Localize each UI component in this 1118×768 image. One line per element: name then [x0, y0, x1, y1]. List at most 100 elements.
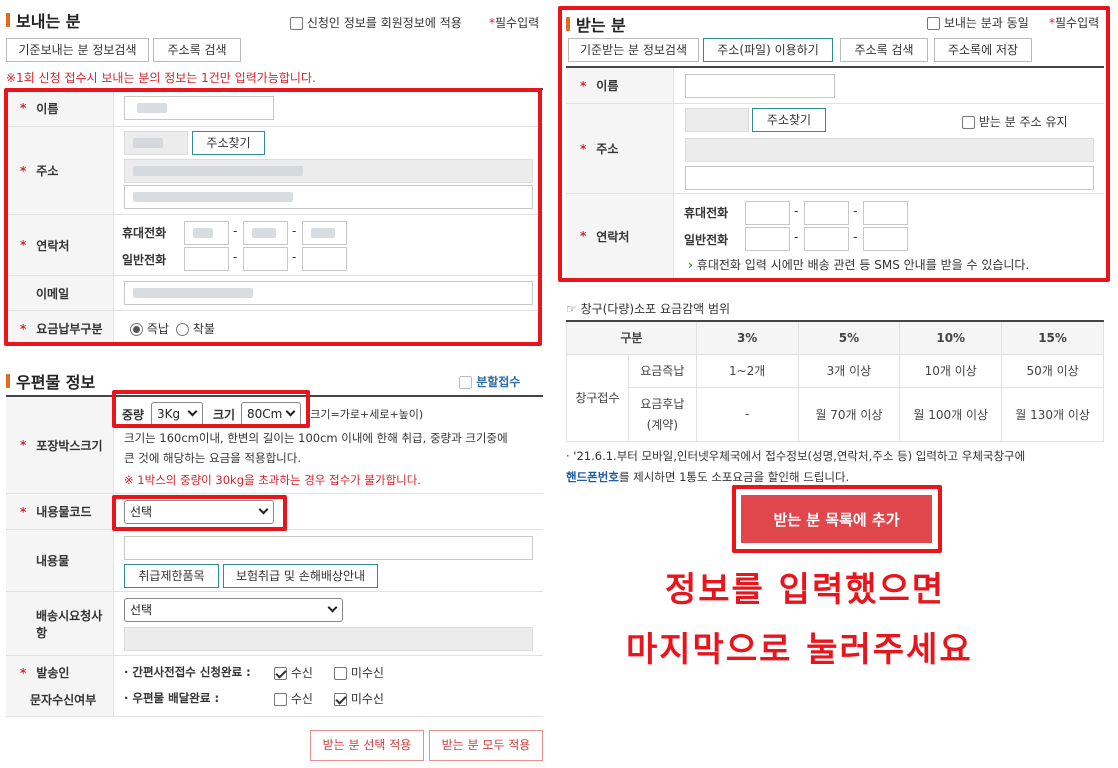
receiver-address-book-button[interactable]: 주소록 검색 — [840, 38, 928, 62]
delivery-request-input[interactable] — [124, 627, 533, 651]
payment-prepaid-radio[interactable] — [130, 323, 143, 336]
instruction-line-1: 정보를 입력했으면 — [665, 570, 946, 610]
receiver-phone-2[interactable] — [804, 227, 849, 251]
sender-email-input[interactable] — [124, 281, 533, 305]
section-marker — [6, 13, 10, 27]
table-cell: 3개 이상 — [797, 353, 901, 388]
sms-row2-label: · 우편물 배달완료 : — [124, 691, 220, 705]
sender-name-input[interactable] — [124, 96, 274, 120]
box-size-row: * 포장박스크기 중량 3Kg 크기 80Cm (크기=가로+세로+높이) 크기는… — [6, 397, 543, 494]
size-select[interactable]: 80Cm — [241, 402, 301, 426]
sender-find-address-button[interactable]: 주소찾기 — [192, 131, 265, 155]
content-code-select[interactable]: 선택 — [124, 500, 274, 524]
same-as-sender-checkbox[interactable] — [927, 17, 940, 30]
add-to-receiver-list-button[interactable]: 받는 분 목록에 추가 — [741, 495, 932, 543]
receiver-address2-input[interactable] — [685, 166, 1094, 190]
same-as-sender[interactable]: 보내는 분과 동일 — [927, 14, 1029, 31]
receiver-phone-1[interactable] — [745, 227, 790, 251]
discount-title: ☞ 창구(다량)소포 요금감액 범위 — [566, 302, 731, 316]
discount-table: 구분 3% 5% 10% 15% 창구접수 요금즉납 1~2개 3개 이상 10… — [566, 320, 1104, 442]
sms-row: * 발송인 문자수신여부 · 간편사전접수 신청완료 : 수신 미수신 · 우편물… — [6, 656, 543, 717]
receiver-address-label: * 주소 — [566, 104, 674, 193]
sender-payment-row: * 요금납부구분 즉납 착불 — [6, 311, 543, 346]
apply-all-button[interactable]: 받는 분 모두 적용 — [429, 730, 543, 761]
content-input[interactable] — [124, 536, 533, 560]
sender-mobile-3[interactable] — [302, 221, 347, 245]
sender-phone-2[interactable] — [243, 247, 288, 271]
receiver-mobile-label: 휴대전화 — [684, 206, 729, 220]
sender-phone-3[interactable] — [302, 247, 347, 271]
sender-phone-label: 일반전화 — [122, 253, 167, 267]
sender-mobile-2[interactable] — [243, 221, 288, 245]
size-description-2: 큰 것에 해당하는 요금을 적용합니다. — [124, 451, 301, 465]
sender-address1-input[interactable] — [124, 159, 533, 183]
sms-row1-label: · 간편사전접수 신청완료 : — [124, 665, 251, 679]
postal-form: * 포장박스크기 중량 3Kg 크기 80Cm (크기=가로+세로+높이) 크기는… — [6, 395, 543, 717]
apply-selected-button[interactable]: 받는 분 선택 적용 — [310, 730, 424, 761]
table-cell: 월 100개 이상 — [899, 386, 1003, 442]
receiver-address1-input[interactable] — [685, 138, 1094, 162]
receiver-zipcode-input[interactable] — [685, 108, 749, 132]
insurance-info-button[interactable]: 보험취급 및 손해배상안내 — [223, 564, 378, 588]
sms-row2-not-receive[interactable]: 미수신 — [334, 690, 384, 707]
hand-pointer-icon: ☞ — [566, 302, 577, 316]
sender-address2-input[interactable] — [124, 185, 533, 209]
content-label: 내용물 — [6, 530, 114, 591]
sender-search-default-button[interactable]: 기준보내는 분 정보검색 — [6, 38, 149, 62]
apply-member-info[interactable]: 신청인 정보를 회원정보에 적용 — [290, 14, 462, 31]
box-size-label: * 포장박스크기 — [6, 397, 114, 493]
keep-receiver-address[interactable]: 받는 분 주소 유지 — [962, 113, 1068, 130]
size-hint: (크기=가로+세로+높이) — [306, 408, 424, 421]
receiver-search-default-button[interactable]: 기준받는 분 정보검색 — [568, 38, 699, 62]
sms-row1-receive[interactable]: 수신 — [274, 664, 313, 681]
receiver-find-address-button[interactable]: 주소찾기 — [752, 108, 826, 132]
keep-receiver-address-checkbox[interactable] — [962, 116, 975, 129]
discount-header-10: 10% — [899, 320, 1003, 355]
receiver-mobile-3[interactable] — [863, 201, 908, 225]
discount-group-label: 창구접수 — [566, 353, 629, 442]
sms-row2-receive-checkbox[interactable] — [274, 693, 287, 706]
sender-address-label: * 주소 — [6, 127, 114, 214]
sender-required-note: *필수입력 — [489, 16, 540, 30]
apply-member-checkbox[interactable] — [290, 17, 303, 30]
delivery-request-select[interactable]: 선택 — [124, 598, 343, 622]
postal-section-title: 우편물 정보 — [6, 369, 95, 393]
sender-email-row: 이메일 — [6, 276, 543, 311]
sms-row1-not-receive[interactable]: 미수신 — [334, 664, 384, 681]
sms-row2-receive[interactable]: 수신 — [274, 690, 313, 707]
payment-collect-option[interactable]: 착불 — [176, 320, 215, 337]
split-receipt[interactable]: 분할접수 — [459, 373, 520, 390]
restricted-items-button[interactable]: 취급제한품목 — [124, 564, 219, 588]
chevron-down-icon — [258, 504, 269, 515]
delivery-request-row: 배송시요청사항 선택 — [6, 592, 543, 656]
sender-zipcode-input[interactable] — [124, 131, 188, 155]
payment-collect-radio[interactable] — [176, 323, 189, 336]
sms-row1-receive-checkbox[interactable] — [274, 667, 287, 680]
sender-email-label: 이메일 — [6, 276, 114, 310]
receiver-name-label: * 이름 — [566, 68, 674, 103]
discount-note-2: 핸드폰번호를 제시하면 1통도 소포요금을 할인해 드립니다. — [566, 470, 850, 484]
split-receipt-checkbox[interactable] — [459, 376, 472, 389]
receiver-use-file-button[interactable]: 주소(파일) 이용하기 — [703, 38, 833, 62]
table-row: 창구접수 요금즉납 1~2개 3개 이상 10개 이상 50개 이상 — [566, 353, 1104, 442]
receiver-name-input[interactable] — [685, 74, 835, 98]
sms-row2-not-receive-checkbox[interactable] — [334, 693, 347, 706]
table-cell: - — [695, 386, 799, 442]
receiver-mobile-2[interactable] — [804, 201, 849, 225]
discount-header-5: 5% — [797, 320, 901, 355]
size-warning: ※ 1박스의 중량이 30kg을 초과하는 경우 접수가 불가합니다. — [124, 473, 421, 487]
discount-row-label: 요금후납 (계약) — [627, 386, 697, 442]
payment-prepaid-option[interactable]: 즉납 — [130, 320, 169, 337]
discount-header-15: 15% — [1001, 320, 1104, 355]
sender-address-book-button[interactable]: 주소록 검색 — [153, 38, 241, 62]
weight-select[interactable]: 3Kg — [151, 402, 203, 426]
receiver-phone-3[interactable] — [863, 227, 908, 251]
sender-phone-1[interactable] — [184, 247, 229, 271]
content-row: 내용물 취급제한품목 보험취급 및 손해배상안내 — [6, 530, 543, 592]
chevron-down-icon — [187, 406, 198, 417]
receiver-mobile-1[interactable] — [745, 201, 790, 225]
sender-contact-row: * 연락처 휴대전화 - - 일반전화 - - — [6, 215, 543, 276]
sender-mobile-1[interactable] — [184, 221, 229, 245]
receiver-save-address-book-button[interactable]: 주소록에 저장 — [934, 38, 1032, 62]
sms-row1-not-receive-checkbox[interactable] — [334, 667, 347, 680]
